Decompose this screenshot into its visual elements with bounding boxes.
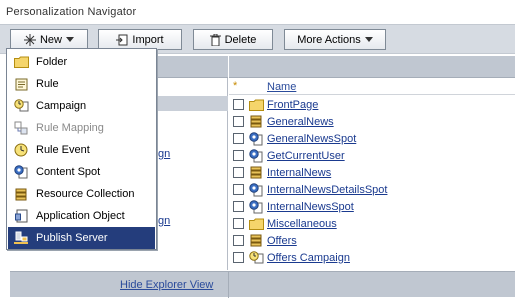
divider bbox=[229, 94, 515, 95]
new-button[interactable]: New bbox=[10, 29, 88, 50]
menu-item-folder[interactable]: Folder bbox=[8, 51, 155, 73]
menu-item-label: Campaign bbox=[36, 100, 87, 112]
sparkle-icon bbox=[23, 33, 36, 46]
menu-item-label: Rule Mapping bbox=[36, 122, 104, 134]
campaign-icon bbox=[248, 250, 264, 265]
resource-collection-icon bbox=[248, 166, 264, 180]
menu-item-label: Publish Server bbox=[36, 232, 108, 244]
campaign-icon bbox=[13, 98, 29, 114]
name-column-header[interactable]: Name bbox=[267, 81, 296, 93]
menu-item-label: Content Spot bbox=[36, 166, 101, 178]
footer-bar: Hide Explorer View bbox=[10, 271, 515, 298]
menu-item-resource-collection[interactable]: Resource Collection bbox=[8, 183, 155, 205]
row-name-link[interactable]: Miscellaneous bbox=[267, 218, 337, 230]
menu-item-rule[interactable]: Rule bbox=[8, 73, 155, 95]
content-spot-icon bbox=[248, 131, 264, 146]
row-checkbox[interactable] bbox=[233, 218, 244, 229]
trash-icon bbox=[209, 33, 221, 46]
row-name-link[interactable]: GeneralNews bbox=[267, 116, 334, 128]
row-checkbox[interactable] bbox=[233, 167, 244, 178]
table-row[interactable]: InternalNews bbox=[229, 164, 515, 181]
menu-item-label: Resource Collection bbox=[36, 188, 135, 200]
table-row[interactable]: GetCurrentUser bbox=[229, 147, 515, 164]
row-checkbox[interactable] bbox=[233, 150, 244, 161]
menu-item-label: Rule bbox=[36, 78, 59, 90]
row-name-link[interactable]: Offers Campaign bbox=[267, 252, 350, 264]
table-row[interactable]: FrontPage bbox=[229, 96, 515, 113]
row-name-link[interactable]: FrontPage bbox=[267, 99, 318, 111]
rule-icon bbox=[13, 76, 29, 92]
rule-mapping-icon bbox=[13, 120, 29, 136]
row-checkbox[interactable] bbox=[233, 252, 244, 263]
content-spot-icon bbox=[248, 148, 264, 163]
menu-item-label: Folder bbox=[36, 56, 68, 68]
explorer-item-partial[interactable]: gn bbox=[158, 215, 170, 227]
menu-item-content-spot[interactable]: Content Spot bbox=[8, 161, 155, 183]
sort-marker: * bbox=[233, 80, 238, 92]
row-checkbox[interactable] bbox=[233, 99, 244, 110]
more-actions-button[interactable]: More Actions bbox=[284, 29, 386, 50]
menu-item-rule-mapping: Rule Mapping bbox=[8, 117, 155, 139]
row-name-link[interactable]: GeneralNewsSpot bbox=[267, 133, 356, 145]
list-header bbox=[229, 56, 515, 78]
delete-button[interactable]: Delete bbox=[193, 29, 273, 50]
import-button-label: Import bbox=[132, 33, 164, 46]
resource-collection-icon bbox=[13, 186, 29, 202]
menu-item-application-object[interactable]: Application Object bbox=[8, 205, 155, 227]
row-name-link[interactable]: InternalNewsSpot bbox=[267, 201, 354, 213]
table-row[interactable]: GeneralNewsSpot bbox=[229, 130, 515, 147]
table-row[interactable]: Miscellaneous bbox=[229, 215, 515, 232]
row-name-link[interactable]: GetCurrentUser bbox=[267, 150, 345, 162]
resource-collection-icon bbox=[248, 234, 264, 248]
row-checkbox[interactable] bbox=[233, 201, 244, 212]
menu-item-campaign[interactable]: Campaign bbox=[8, 95, 155, 117]
explorer-selected-row[interactable] bbox=[155, 96, 228, 111]
menu-item-rule-event[interactable]: Rule Event bbox=[8, 139, 155, 161]
resource-collection-icon bbox=[248, 115, 264, 129]
table-row[interactable]: Offers bbox=[229, 232, 515, 249]
folder-icon bbox=[13, 54, 29, 70]
menu-item-label: Application Object bbox=[36, 210, 125, 222]
new-button-label: New bbox=[39, 33, 62, 46]
row-name-link[interactable]: Offers bbox=[267, 235, 297, 247]
more-actions-label: More Actions bbox=[297, 33, 361, 46]
folder-icon bbox=[248, 98, 264, 112]
menu-item-label: Rule Event bbox=[36, 144, 90, 156]
content-spot-icon bbox=[248, 199, 264, 214]
column-header: * Name bbox=[229, 80, 515, 95]
row-checkbox[interactable] bbox=[233, 116, 244, 127]
row-checkbox[interactable] bbox=[233, 235, 244, 246]
table-row[interactable]: GeneralNews bbox=[229, 113, 515, 130]
row-checkbox[interactable] bbox=[233, 133, 244, 144]
table-row[interactable]: InternalNewsSpot bbox=[229, 198, 515, 215]
table-row[interactable]: InternalNewsDetailsSpot bbox=[229, 181, 515, 198]
content-spot-icon bbox=[248, 182, 264, 197]
chevron-down-icon bbox=[364, 37, 373, 42]
row-name-link[interactable]: InternalNews bbox=[267, 167, 331, 179]
delete-button-label: Delete bbox=[224, 33, 257, 46]
hide-explorer-link[interactable]: Hide Explorer View bbox=[120, 279, 213, 291]
divider bbox=[228, 272, 229, 298]
chevron-down-icon bbox=[66, 37, 74, 42]
window-title: Personalization Navigator bbox=[6, 6, 137, 18]
folder-icon bbox=[248, 217, 264, 231]
title-bar: Personalization Navigator bbox=[0, 0, 515, 24]
table-row[interactable]: Offers Campaign bbox=[229, 249, 515, 266]
explorer-item-partial[interactable]: gn bbox=[158, 148, 170, 160]
menu-item-publish-server[interactable]: Publish Server bbox=[8, 227, 155, 249]
row-name-link[interactable]: InternalNewsDetailsSpot bbox=[267, 184, 387, 196]
content-spot-icon bbox=[13, 164, 29, 180]
rule-event-icon bbox=[13, 142, 29, 158]
application-object-icon bbox=[13, 208, 29, 224]
new-dropdown-menu: Folder Rule Campaign Rule Mapping Rule Event… bbox=[6, 48, 157, 250]
import-icon bbox=[116, 34, 128, 46]
publish-server-icon bbox=[13, 230, 29, 246]
row-checkbox[interactable] bbox=[233, 184, 244, 195]
import-button[interactable]: Import bbox=[98, 29, 182, 50]
